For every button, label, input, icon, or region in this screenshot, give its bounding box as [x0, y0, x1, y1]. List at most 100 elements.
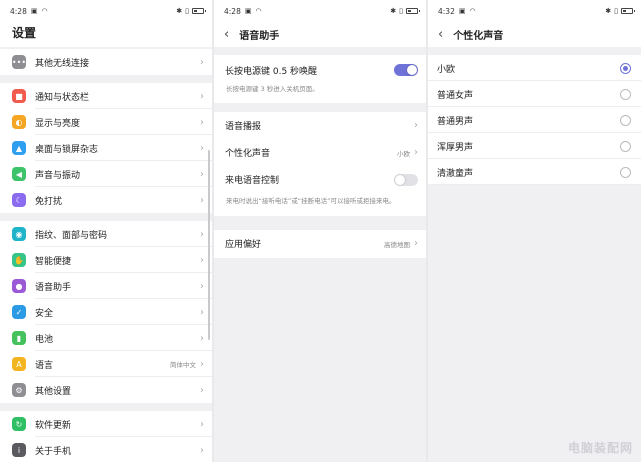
- chevron-right-icon: ›: [200, 194, 204, 206]
- settings-item[interactable]: ● 语音助手 ›: [0, 273, 212, 299]
- voice-option[interactable]: 浑厚男声: [428, 133, 641, 159]
- settings-item[interactable]: ↻ 软件更新 ›: [0, 411, 212, 437]
- chevron-right-icon: ›: [200, 280, 204, 292]
- page-title: 设置: [0, 22, 212, 47]
- voice-option[interactable]: 小欧: [428, 55, 641, 81]
- settings-item[interactable]: ••• 其他无线连接 ›: [0, 49, 212, 75]
- chevron-right-icon: ›: [414, 147, 418, 159]
- settings-item-label: 安全: [35, 308, 54, 319]
- radio-button[interactable]: [620, 88, 631, 100]
- settings-list: ••• 其他无线连接 › ■ 通知与状态栏 › ◐ 显示与亮度 › ▲ 桌面与锁屏杂志 › ◀ 声音与振动…: [0, 47, 212, 462]
- back-arrow-icon[interactable]: ‹: [438, 27, 443, 42]
- more-dots-icon: •••: [12, 55, 26, 69]
- personal-voice-row[interactable]: 个性化声音 小欧 ›: [214, 139, 426, 167]
- status-time: 4:28: [10, 6, 27, 16]
- camera-icon: ▣: [244, 7, 252, 15]
- radio-button[interactable]: [620, 166, 631, 178]
- back-arrow-icon[interactable]: ‹: [224, 27, 229, 42]
- voice-option-list: 小欧普通女声普通男声浑厚男声清澈童声: [428, 55, 641, 185]
- status-time: 4:28: [224, 6, 241, 16]
- info-icon: i: [12, 443, 26, 457]
- watermark: 电脑装配网: [567, 441, 633, 455]
- broadcast-row[interactable]: 语音播报 ›: [214, 112, 426, 140]
- settings-item-label: 其他无线连接: [35, 58, 90, 69]
- microphone-icon: ●: [12, 279, 26, 293]
- call-control-toggle[interactable]: [394, 173, 418, 186]
- chevron-right-icon: ›: [200, 142, 204, 154]
- signal-icon: ▯: [614, 7, 618, 15]
- settings-item[interactable]: ◐ 显示与亮度 ›: [0, 109, 212, 135]
- notification-icon: ■: [12, 89, 26, 103]
- power-wake-label: 长按电源键 0.5 秒唤醒: [225, 66, 318, 77]
- settings-item-label: 关于手机: [35, 446, 72, 457]
- scrollbar[interactable]: [208, 150, 210, 340]
- app-pref-value: 高德地图: [384, 240, 410, 249]
- personal-voice-label: 个性化声音: [225, 149, 271, 160]
- power-wake-desc: 长按电源键 3 秒进入关机页面。: [214, 85, 426, 104]
- voice-option[interactable]: 普通女声: [428, 81, 641, 107]
- settings-item[interactable]: i 关于手机 ›: [0, 437, 212, 462]
- settings-item-label: 桌面与锁屏杂志: [35, 144, 99, 155]
- wallpaper-icon: ▲: [12, 141, 26, 155]
- voice-option-label: 浑厚男声: [437, 142, 474, 153]
- fingerprint-icon: ◉: [12, 227, 26, 241]
- settings-item[interactable]: ☾ 免打扰 ›: [0, 187, 212, 213]
- settings-screen: 4:28 ▣ ◠ ✱ ▯ 设置 ••• 其他无线连接 › ■ 通知与状态栏 › ◐ 显示与亮度 › ▲ 桌…: [0, 0, 212, 462]
- bluetooth-icon: ✱: [605, 7, 612, 15]
- battery-status-icon: [621, 8, 635, 14]
- chevron-right-icon: ›: [200, 358, 204, 370]
- settings-item[interactable]: ◉ 指纹、面部与密码 ›: [0, 221, 212, 247]
- bluetooth-icon: ✱: [176, 7, 183, 15]
- settings-item[interactable]: ⚙ 其他设置 ›: [0, 377, 212, 403]
- settings-item[interactable]: ■ 通知与状态栏 ›: [0, 83, 212, 109]
- settings-item-label: 语言: [35, 360, 54, 371]
- chevron-right-icon: ›: [200, 384, 204, 396]
- battery-status-icon: [192, 8, 206, 14]
- wifi-icon: ◠: [255, 7, 262, 15]
- header: ‹ 个性化声音: [428, 22, 641, 47]
- call-control-row[interactable]: 来电语音控制: [214, 166, 426, 194]
- broadcast-label: 语音播报: [225, 122, 262, 133]
- app-pref-row[interactable]: 应用偏好 高德地图 ›: [214, 229, 426, 258]
- call-control-desc: 来电时说出“接听电话”或“挂断电话”可以接听或拒接来电。: [214, 193, 426, 216]
- settings-item[interactable]: ◀ 声音与振动 ›: [0, 161, 212, 187]
- settings-item[interactable]: ▲ 桌面与锁屏杂志 ›: [0, 135, 212, 161]
- personal-voice-screen: 4:32 ▣ ◠ ✱ ▯ ‹ 个性化声音 小欧普通女声普通男声浑厚男声清澈童声 电脑装…: [428, 0, 641, 462]
- page-title: 个性化声音: [453, 31, 504, 42]
- radio-button[interactable]: [620, 62, 631, 74]
- settings-item[interactable]: ▮ 电池 ›: [0, 325, 212, 351]
- voice-option-label: 清澈童声: [437, 168, 474, 179]
- settings-item[interactable]: ✋ 智能便捷 ›: [0, 247, 212, 273]
- header: ‹ 语音助手: [214, 22, 426, 47]
- voice-option-label: 普通女声: [437, 90, 474, 101]
- settings-item-label: 通知与状态栏: [35, 92, 90, 103]
- smart-icon: ✋: [12, 253, 26, 267]
- signal-icon: ▯: [399, 7, 403, 15]
- app-pref-label: 应用偏好: [225, 240, 262, 251]
- call-control-label: 来电语音控制: [225, 176, 280, 187]
- radio-button[interactable]: [620, 114, 631, 126]
- battery-status-icon: [406, 8, 420, 14]
- voice-option[interactable]: 清澈童声: [428, 159, 641, 185]
- chevron-right-icon: ›: [200, 418, 204, 430]
- settings-item-label: 免打扰: [35, 196, 63, 207]
- signal-icon: ▯: [185, 7, 189, 15]
- voice-option[interactable]: 普通男声: [428, 107, 641, 133]
- settings-item-value: 简体中文: [170, 361, 196, 369]
- brightness-icon: ◐: [12, 115, 26, 129]
- settings-item-label: 显示与亮度: [35, 118, 81, 129]
- moon-icon: ☾: [12, 193, 26, 207]
- personal-voice-value: 小欧: [397, 149, 410, 158]
- status-bar: 4:32 ▣ ◠ ✱ ▯: [428, 0, 641, 22]
- settings-item-label: 指纹、面部与密码: [35, 230, 108, 241]
- power-wake-row[interactable]: 长按电源键 0.5 秒唤醒: [214, 55, 426, 85]
- screenshot-collage: 4:28 ▣ ◠ ✱ ▯ 设置 ••• 其他无线连接 › ■ 通知与状态栏 › ◐ 显示与亮度 › ▲ 桌…: [0, 0, 641, 462]
- settings-item-label: 其他设置: [35, 386, 72, 397]
- radio-button[interactable]: [620, 140, 631, 152]
- settings-item[interactable]: A 语言 简体中文 ›: [0, 351, 212, 377]
- chevron-right-icon: ›: [200, 56, 204, 68]
- bluetooth-icon: ✱: [390, 7, 397, 15]
- chevron-right-icon: ›: [200, 332, 204, 344]
- power-wake-toggle[interactable]: [394, 64, 418, 76]
- settings-item[interactable]: ✓ 安全 ›: [0, 299, 212, 325]
